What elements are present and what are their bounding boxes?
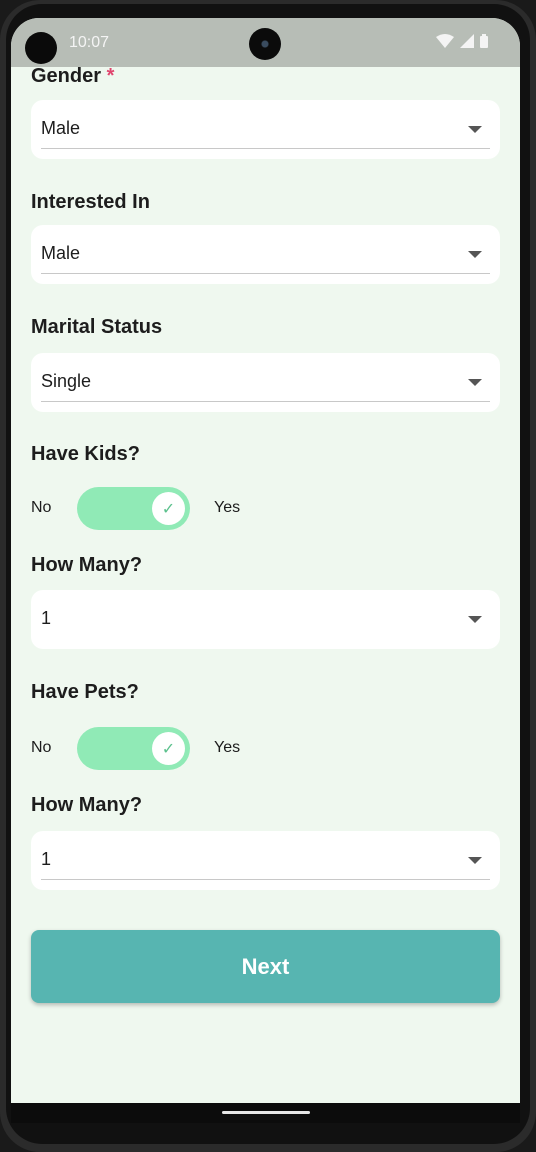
navigation-bar bbox=[11, 1103, 520, 1123]
gender-select-value: Male bbox=[41, 118, 81, 138]
have-pets-toggle[interactable]: ✓ bbox=[77, 727, 190, 770]
pets-count-label: How Many? bbox=[31, 794, 143, 816]
interested-in-select[interactable]: Male bbox=[31, 225, 500, 284]
toggle-on-label: Yes bbox=[214, 499, 241, 516]
dropdown-arrow-icon bbox=[468, 379, 482, 386]
next-button[interactable]: Next bbox=[31, 930, 500, 1003]
interested-in-label: Interested In bbox=[31, 191, 150, 213]
have-kids-label: Have Kids? bbox=[31, 443, 140, 465]
status-bar: 10:07 bbox=[11, 18, 520, 67]
camera-icon bbox=[249, 28, 281, 60]
have-pets-label: Have Pets? bbox=[31, 681, 139, 703]
signal-icon bbox=[460, 34, 474, 53]
select-underline bbox=[41, 401, 490, 402]
wifi-icon bbox=[436, 34, 454, 53]
marital-status-select[interactable]: Single bbox=[31, 353, 500, 412]
home-indicator[interactable] bbox=[222, 1111, 310, 1114]
gender-select[interactable]: Male bbox=[31, 100, 500, 159]
toggle-on-label: Yes bbox=[214, 739, 241, 756]
gender-label: Gender * bbox=[31, 65, 115, 87]
app-screen: 10:07 Gender * Male Interested In Male M… bbox=[11, 18, 520, 1103]
front-sensor-icon bbox=[25, 32, 57, 64]
select-underline bbox=[41, 148, 490, 149]
kids-count-label: How Many? bbox=[31, 554, 143, 576]
kids-count-select-value: 1 bbox=[41, 608, 52, 628]
required-mark: * bbox=[106, 65, 115, 87]
dropdown-arrow-icon bbox=[468, 251, 482, 258]
toggle-off-label: No bbox=[31, 739, 52, 756]
status-time: 10:07 bbox=[69, 34, 110, 51]
kids-count-select[interactable]: 1 bbox=[31, 590, 500, 649]
pets-count-select-value: 1 bbox=[41, 849, 52, 869]
toggle-off-label: No bbox=[31, 499, 52, 516]
dropdown-arrow-icon bbox=[468, 616, 482, 623]
dropdown-arrow-icon bbox=[468, 857, 482, 864]
battery-icon bbox=[480, 34, 488, 53]
check-icon: ✓ bbox=[152, 732, 185, 765]
dropdown-arrow-icon bbox=[468, 126, 482, 133]
select-underline bbox=[41, 273, 490, 274]
status-icons bbox=[436, 34, 488, 53]
have-pets-toggle-row: No ✓ Yes bbox=[31, 727, 500, 771]
have-kids-toggle[interactable]: ✓ bbox=[77, 487, 190, 530]
interested-in-select-value: Male bbox=[41, 243, 81, 263]
marital-status-select-value: Single bbox=[41, 371, 92, 391]
select-underline bbox=[41, 879, 490, 880]
marital-status-label: Marital Status bbox=[31, 316, 163, 338]
check-icon: ✓ bbox=[152, 492, 185, 525]
pets-count-select[interactable]: 1 bbox=[31, 831, 500, 890]
have-kids-toggle-row: No ✓ Yes bbox=[31, 487, 500, 531]
